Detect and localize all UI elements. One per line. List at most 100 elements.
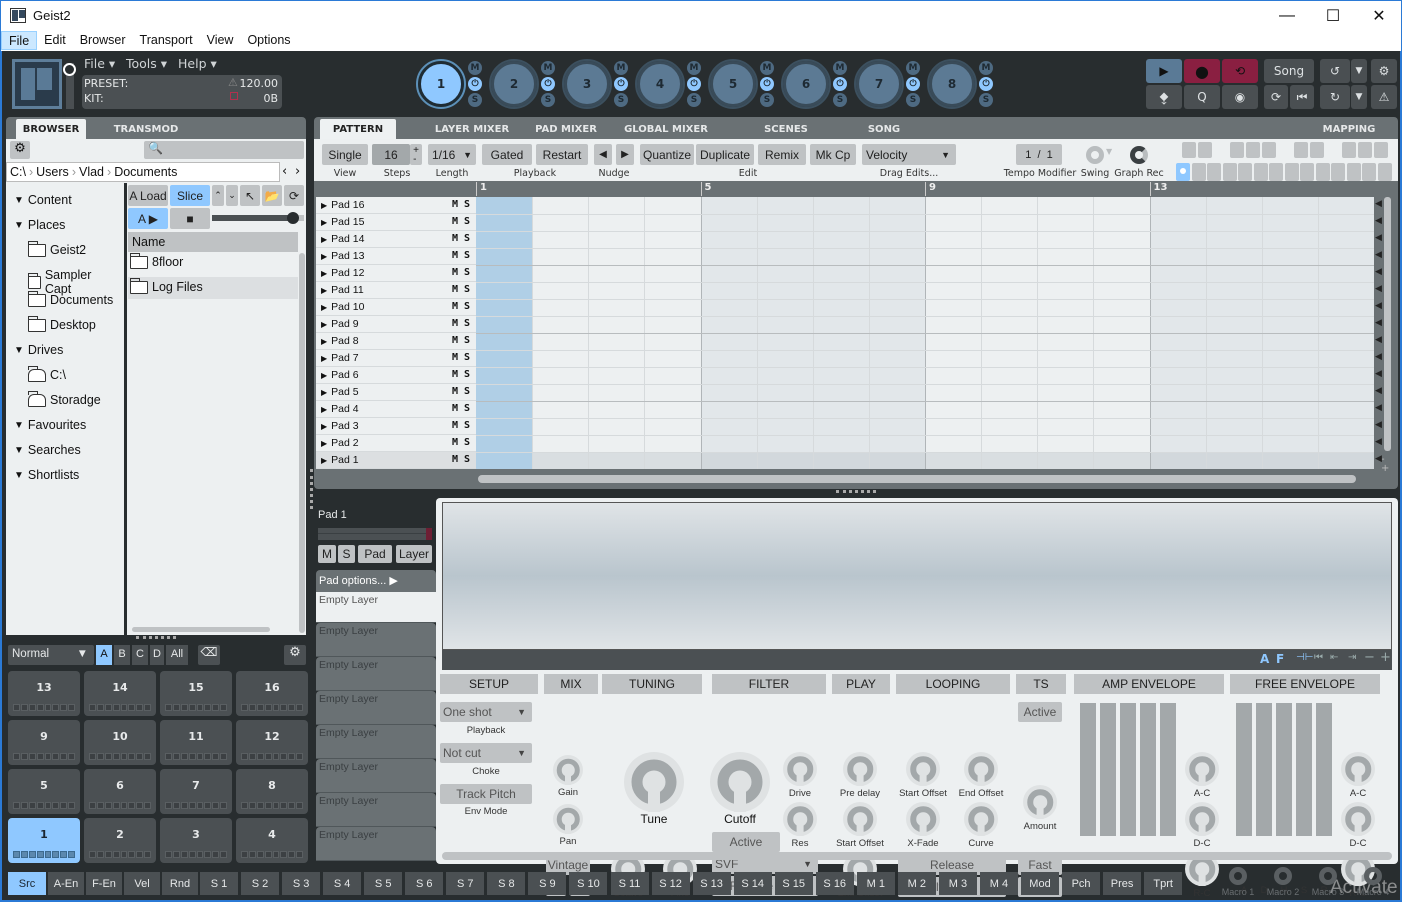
step-cell[interactable] (925, 333, 981, 350)
step-cell[interactable] (644, 401, 700, 418)
steps-stepper[interactable]: + - (410, 144, 422, 165)
step-cell[interactable] (757, 316, 813, 333)
breadcrumb-documents[interactable]: Documents (111, 165, 180, 179)
step-cell[interactable] (757, 452, 813, 469)
engine-button-6[interactable]: 6 (781, 59, 831, 109)
step-cell[interactable] (1037, 367, 1093, 384)
pattern-row[interactable]: ▶ Pad 2M S (316, 435, 476, 452)
row-arrow-icon[interactable]: ◀ (1375, 250, 1382, 260)
waveform-display[interactable] (442, 502, 1392, 650)
step-cell[interactable] (1318, 333, 1374, 350)
eraser-icon[interactable]: ⌫ (198, 645, 220, 665)
step-cell[interactable] (925, 282, 981, 299)
step-cell[interactable] (532, 248, 588, 265)
row-mute-solo[interactable]: M S (452, 352, 470, 363)
step-cell[interactable] (981, 350, 1037, 367)
free-envelope-r-slider[interactable] (1316, 703, 1332, 836)
undo-history-dropdown[interactable]: ▼ (1351, 59, 1367, 83)
pad-15[interactable]: 15 (160, 671, 232, 716)
graph-rec-knob[interactable] (1130, 146, 1148, 164)
step-cell[interactable] (813, 333, 869, 350)
mapping-slot[interactable] (1253, 163, 1268, 181)
mod-tab-s-5[interactable]: S 5 (364, 872, 403, 895)
engine-button-3[interactable]: 3 (562, 59, 612, 109)
row-arrow-icon[interactable]: ◀ (1375, 199, 1382, 209)
step-cell[interactable] (1037, 282, 1093, 299)
pre-delay-knob[interactable] (843, 752, 877, 786)
step-cell[interactable] (869, 435, 925, 452)
layer-item[interactable]: Empty Layer (316, 592, 436, 623)
step-cell[interactable] (1206, 401, 1262, 418)
step-cell[interactable] (1318, 197, 1374, 214)
step-cell[interactable] (701, 401, 757, 418)
gain-knob[interactable] (553, 755, 583, 785)
step-cell[interactable] (532, 214, 588, 231)
step-cell[interactable] (1318, 384, 1374, 401)
app-menu-tools[interactable]: Tools ▾ (126, 56, 167, 71)
step-cell[interactable] (1262, 299, 1318, 316)
step-cell[interactable] (869, 401, 925, 418)
engine-power-icon[interactable]: ⏻ (468, 77, 482, 91)
column-header-name[interactable]: Name (128, 232, 298, 252)
step-cell[interactable] (869, 384, 925, 401)
step-cell[interactable] (869, 367, 925, 384)
preset-info-box[interactable]: PRESET: KIT: ⚠ 120.00 0B (82, 75, 282, 109)
res-knob[interactable] (783, 802, 817, 836)
step-cell[interactable] (1093, 282, 1149, 299)
step-cell[interactable] (1206, 231, 1262, 248)
step-cell[interactable] (644, 214, 700, 231)
tree-item-c-[interactable]: C:\ (28, 365, 66, 382)
engine-power-icon[interactable]: ⏻ (760, 77, 774, 91)
step-cell[interactable] (588, 384, 644, 401)
expand-triangle-icon[interactable]: ▼ (14, 420, 24, 431)
step-cell[interactable] (588, 282, 644, 299)
menu-edit[interactable]: Edit (37, 31, 73, 50)
amp-envelope-h-slider[interactable] (1120, 703, 1136, 836)
mod-tab-s-1[interactable]: S 1 (200, 872, 238, 895)
row-mute-solo[interactable]: M S (452, 250, 470, 261)
row-arrow-icon[interactable]: ◀ (1375, 216, 1382, 226)
mapping-slot[interactable] (1294, 142, 1308, 158)
auto-load-button[interactable]: A Load (128, 185, 168, 206)
step-cell[interactable] (869, 197, 925, 214)
mod-tab-pch[interactable]: Pch (1062, 872, 1101, 895)
engine-power-icon[interactable]: ⏻ (833, 77, 847, 91)
row-mute-solo[interactable]: M S (452, 437, 470, 448)
row-arrow-icon[interactable]: ◀ (1375, 352, 1382, 362)
row-arrow-icon[interactable]: ◀ (1375, 386, 1382, 396)
step-cell[interactable] (1150, 418, 1206, 435)
mapping-slot[interactable] (1246, 142, 1260, 158)
engine-power-icon[interactable]: ⏻ (906, 77, 920, 91)
step-cell[interactable] (981, 435, 1037, 452)
row-mute-solo[interactable]: M S (452, 335, 470, 346)
pad-3[interactable]: 3 (160, 818, 232, 863)
duplicate-button[interactable]: Duplicate (696, 144, 754, 165)
length-dropdown[interactable]: 1/16 ▼ (428, 144, 476, 165)
step-cell[interactable] (1037, 350, 1093, 367)
remix-button[interactable]: Remix (758, 144, 806, 165)
step-cell[interactable] (1206, 350, 1262, 367)
engine-button-5[interactable]: 5 (708, 59, 758, 109)
step-cell[interactable] (869, 231, 925, 248)
tab-mapping[interactable]: MAPPING (1304, 119, 1394, 139)
step-cell[interactable] (532, 197, 588, 214)
mod-tab-s-7[interactable]: S 7 (446, 872, 485, 895)
step-cell[interactable] (532, 231, 588, 248)
free-envelope-h-slider[interactable] (1276, 703, 1292, 836)
step-cell[interactable] (757, 367, 813, 384)
pad-16[interactable]: 16 (236, 671, 308, 716)
mapping-slot[interactable] (1310, 142, 1324, 158)
pad-mode-dropdown[interactable]: Normal ▼ (8, 645, 94, 665)
pad-4[interactable]: 4 (236, 818, 308, 863)
step-cell[interactable] (1262, 384, 1318, 401)
choke-dropdown[interactable]: Not cut ▼ (440, 743, 532, 763)
engine-power-icon[interactable]: ⏻ (541, 77, 555, 91)
step-cell[interactable] (1318, 401, 1374, 418)
step-cell[interactable] (869, 214, 925, 231)
engine-mute-button[interactable]: M (541, 61, 555, 75)
step-cell[interactable] (1150, 452, 1206, 469)
step-cell[interactable] (1150, 265, 1206, 282)
step-cell[interactable] (1150, 299, 1206, 316)
step-cell[interactable] (1037, 333, 1093, 350)
loop-start-offset-knob[interactable] (906, 752, 940, 786)
